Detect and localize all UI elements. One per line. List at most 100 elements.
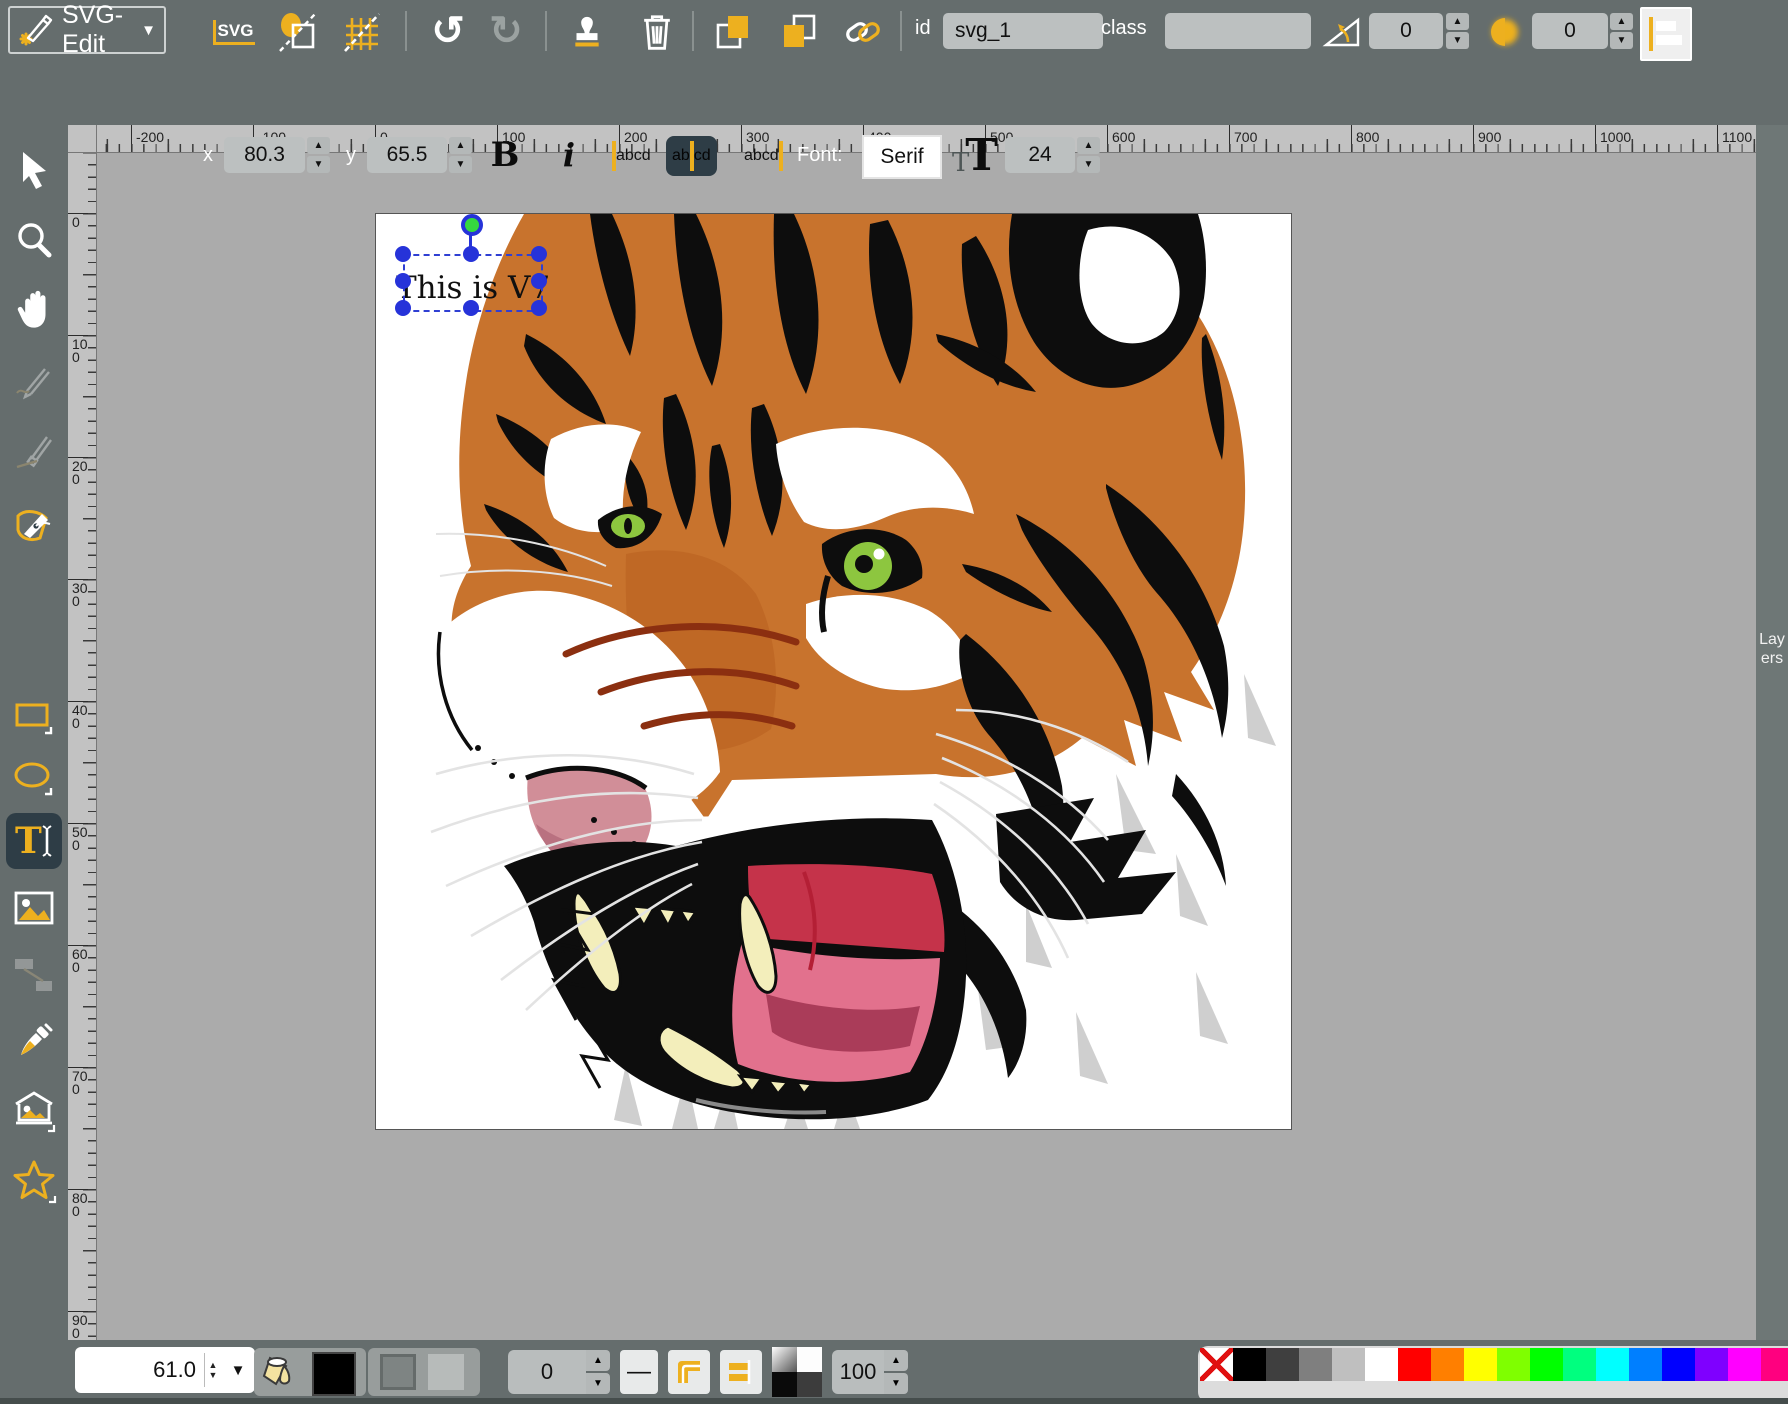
move-to-top-button[interactable] (708, 10, 758, 54)
tool-pencil[interactable] (10, 358, 58, 406)
angle-input[interactable]: 0 (1369, 13, 1443, 49)
layers-panel-flap[interactable]: Layers (1756, 125, 1788, 1340)
tool-line[interactable] (10, 428, 58, 476)
stroke-linejoin-button[interactable] (668, 1350, 710, 1394)
bold-button[interactable]: B (488, 134, 522, 176)
palette-swatch-ffffff[interactable] (1365, 1348, 1398, 1381)
text-anchor-end-button[interactable]: abcd (744, 136, 783, 176)
grid-tools-button[interactable] (336, 10, 388, 54)
font-size-spinner[interactable]: ▲▼ (1077, 137, 1100, 173)
main-menu-button[interactable]: SVG-Edit ▼ (8, 6, 166, 54)
font-family-button[interactable]: Serif (862, 135, 942, 179)
x-label: x (203, 144, 213, 167)
clone-button[interactable] (562, 10, 612, 54)
move-to-bottom-button[interactable] (774, 10, 824, 54)
palette-swatch-000000[interactable] (1233, 1348, 1266, 1381)
palette-swatch-0000ff[interactable] (1662, 1348, 1695, 1381)
delete-button[interactable] (632, 10, 682, 54)
selection-handle-ne[interactable] (531, 246, 547, 262)
anchor-middle-right: cd (694, 147, 711, 165)
grid-icon (340, 10, 384, 54)
make-link-button[interactable] (838, 10, 888, 54)
workspace[interactable]: -200-10001002003004005006007008009001000… (68, 125, 1756, 1340)
selection-handle-sw[interactable] (395, 300, 411, 316)
x-spinner[interactable]: ▲▼ (307, 137, 330, 173)
ruler-corner (68, 125, 97, 153)
palette-swatch-ff00ff[interactable] (1728, 1348, 1761, 1381)
zoom-spinner[interactable]: ▲▼ (204, 1353, 221, 1387)
stroke-width-input[interactable]: 0 (508, 1350, 586, 1394)
stroke-linecap-button[interactable] (720, 1350, 762, 1394)
palette-swatch-ff007f[interactable] (1761, 1348, 1788, 1381)
tool-path[interactable] (10, 500, 58, 548)
palette-swatch-7f7f7f[interactable] (1299, 1348, 1332, 1381)
tool-text[interactable]: T (6, 813, 62, 869)
palette-swatch-00ff00[interactable] (1530, 1348, 1563, 1381)
svg-text:T: T (15, 820, 42, 862)
y-spinner[interactable]: ▲▼ (449, 137, 472, 173)
selection-handle-se[interactable] (531, 300, 547, 316)
linecap-butt-icon (726, 1357, 756, 1387)
tool-star[interactable] (10, 1157, 58, 1205)
align-panel-button[interactable] (1640, 7, 1692, 61)
y-input[interactable]: 65.5 (367, 137, 447, 173)
tool-connector[interactable] (10, 951, 58, 999)
italic-button[interactable]: i (556, 134, 582, 176)
zoom-dropdown-arrow[interactable]: ▼ (221, 1362, 255, 1379)
palette-swatch-3f3f3f[interactable] (1266, 1348, 1299, 1381)
opacity-spinner[interactable]: ▲▼ (884, 1350, 908, 1394)
selection-handle-w[interactable] (395, 273, 411, 289)
class-input[interactable] (1165, 13, 1311, 49)
x-input[interactable]: 80.3 (224, 137, 305, 173)
stroke-dash-button[interactable]: — (620, 1350, 658, 1394)
palette-swatch-ff0000[interactable] (1398, 1348, 1431, 1381)
font-size-icon: T (965, 130, 998, 181)
tool-select[interactable] (10, 146, 58, 194)
image-tools-button[interactable] (272, 10, 324, 54)
tool-pan[interactable] (10, 286, 58, 334)
selection-handle-n[interactable] (463, 246, 479, 262)
palette-swatch-none[interactable] (1200, 1348, 1233, 1381)
zoom-value[interactable]: 61.0 (75, 1357, 204, 1383)
undo-button[interactable]: ↺ (424, 8, 472, 54)
palette-swatch-bfbfbf[interactable] (1332, 1348, 1365, 1381)
tool-image[interactable] (10, 884, 58, 932)
tool-ellipse[interactable] (10, 754, 58, 802)
redo-button[interactable]: ↻ (482, 8, 530, 54)
rotate-handle[interactable] (461, 214, 483, 236)
selection-handle-e[interactable] (531, 273, 547, 289)
stroke-width-spinner[interactable]: ▲▼ (586, 1350, 610, 1394)
tool-zoom[interactable] (10, 216, 58, 264)
tool-rectangle[interactable] (10, 693, 58, 741)
palette-swatch-7fff00[interactable] (1497, 1348, 1530, 1381)
palette-swatch-007fff[interactable] (1629, 1348, 1662, 1381)
fill-color-swatch[interactable] (312, 1352, 356, 1396)
stroke-color-swatch[interactable] (428, 1354, 464, 1390)
palette-swatch-00ffff[interactable] (1596, 1348, 1629, 1381)
text-anchor-middle-button[interactable]: ab cd (666, 136, 717, 176)
blur-spinner[interactable]: ▲▼ (1610, 13, 1633, 49)
zoom-control[interactable]: 61.0 ▲▼ ▼ (75, 1347, 255, 1393)
tool-eyedropper[interactable] (10, 1018, 58, 1066)
font-size-input[interactable]: 24 (1005, 137, 1075, 173)
blur-tool (1484, 12, 1526, 52)
v-ruler-label: 900 (68, 1311, 94, 1340)
blur-input[interactable]: 0 (1532, 13, 1608, 49)
anchor-bar-icon (779, 141, 783, 171)
text-anchor-start-button[interactable]: abcd (612, 136, 651, 176)
palette-swatch-00ff7f[interactable] (1563, 1348, 1596, 1381)
palette-swatch-ff7f00[interactable] (1431, 1348, 1464, 1381)
selection-handle-nw[interactable] (395, 246, 411, 262)
svg-canvas[interactable]: This is V7 (375, 213, 1292, 1130)
ellipse-icon (12, 758, 56, 798)
id-input[interactable]: svg_1 (943, 13, 1103, 49)
font-family-value: Serif (880, 145, 923, 169)
line-marker-icon (13, 431, 55, 473)
opacity-input[interactable]: 100 (832, 1350, 884, 1394)
selection-handle-s[interactable] (463, 300, 479, 316)
palette-swatch-ffff00[interactable] (1464, 1348, 1497, 1381)
angle-spinner[interactable]: ▲▼ (1446, 13, 1469, 49)
source-editor-button[interactable]: SVG (208, 12, 260, 52)
tool-shape-library[interactable] (10, 1087, 58, 1135)
palette-swatch-7f00ff[interactable] (1695, 1348, 1728, 1381)
